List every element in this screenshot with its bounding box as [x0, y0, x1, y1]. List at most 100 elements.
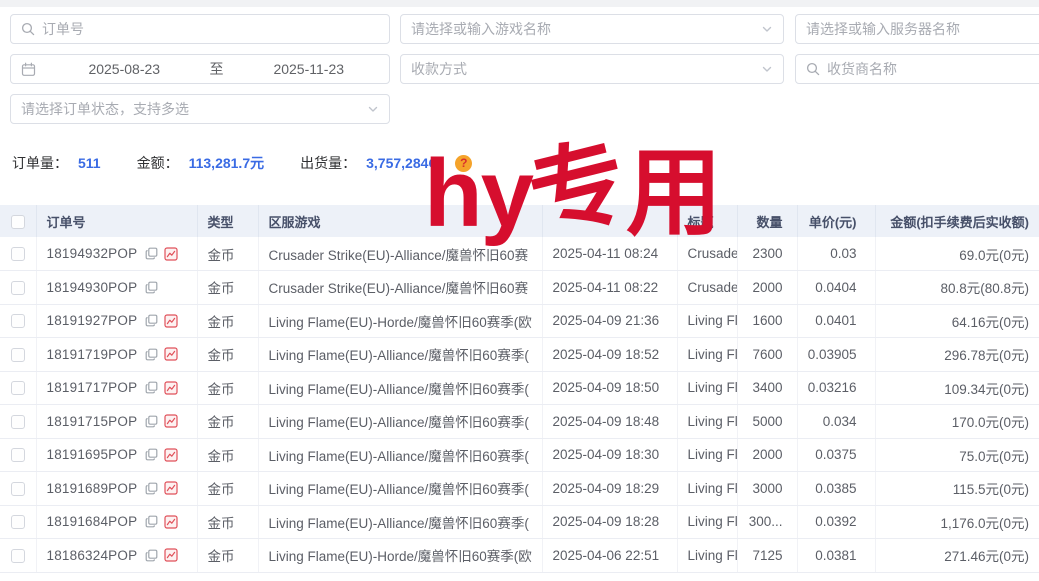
- order-type: 金币: [197, 237, 258, 271]
- row-checkbox[interactable]: [11, 549, 25, 563]
- order-quantity: 300...: [737, 505, 797, 539]
- order-status-placeholder: 请选择订单状态，支持多选: [21, 99, 360, 119]
- chart-icon[interactable]: [164, 481, 178, 495]
- date-end-value[interactable]: 2025-11-23: [239, 61, 380, 77]
- orders-table: 订单号 类型 区服游戏 标题 数量 单价(元) 金额(扣手续费后实收额) 181…: [0, 205, 1039, 573]
- order-time: 2025-04-09 18:48: [542, 405, 677, 439]
- order-row[interactable]: 18191689POP 金币 Living Flame(EU)-Alliance…: [0, 472, 1039, 506]
- order-amount: 75.0元(0元): [875, 438, 1039, 472]
- order-row[interactable]: 18191695POP 金币 Living Flame(EU)-Alliance…: [0, 438, 1039, 472]
- order-game-server: Living Flame(EU)-Alliance/魔兽怀旧60赛季(: [258, 371, 542, 405]
- order-row[interactable]: 18191717POP 金币 Living Flame(EU)-Alliance…: [0, 371, 1039, 405]
- copy-icon[interactable]: [145, 448, 158, 461]
- order-time: 2025-04-09 18:28: [542, 505, 677, 539]
- order-unit-price: 0.03: [797, 237, 875, 271]
- copy-icon[interactable]: [145, 314, 158, 327]
- server-name-field[interactable]: [795, 14, 1039, 44]
- row-checkbox[interactable]: [11, 247, 25, 261]
- order-type: 金币: [197, 304, 258, 338]
- row-checkbox[interactable]: [11, 515, 25, 529]
- chart-icon[interactable]: [164, 314, 178, 328]
- order-game-server: Crusader Strike(EU)-Alliance/魔兽怀旧60赛: [258, 237, 542, 271]
- chart-icon[interactable]: [164, 548, 178, 562]
- row-checkbox[interactable]: [11, 381, 25, 395]
- copy-icon[interactable]: [145, 482, 158, 495]
- copy-icon[interactable]: [145, 415, 158, 428]
- table-header-row: 订单号 类型 区服游戏 标题 数量 单价(元) 金额(扣手续费后实收额): [0, 205, 1039, 237]
- order-time: 2025-04-09 18:29: [542, 472, 677, 506]
- row-checkbox[interactable]: [11, 415, 25, 429]
- server-name-input[interactable]: [806, 21, 1039, 37]
- order-amount: 271.46元(0元): [875, 539, 1039, 573]
- order-time: 2025-04-11 08:22: [542, 271, 677, 305]
- row-checkbox[interactable]: [11, 482, 25, 496]
- row-checkbox[interactable]: [11, 314, 25, 328]
- order-amount: 170.0元(0元): [875, 405, 1039, 439]
- copy-icon[interactable]: [145, 515, 158, 528]
- order-title: Living Fl: [677, 438, 737, 472]
- order-type: 金币: [197, 505, 258, 539]
- order-game-server: Living Flame(EU)-Horde/魔兽怀旧60赛季(欧: [258, 539, 542, 573]
- amount-value: 113,281.7元: [189, 153, 265, 173]
- select-all-checkbox[interactable]: [11, 215, 25, 229]
- order-amount: 69.0元(0元): [875, 237, 1039, 271]
- date-start-value[interactable]: 2025-08-23: [54, 61, 195, 77]
- order-number-value: 18191719POP: [47, 347, 138, 362]
- chart-icon[interactable]: [164, 414, 178, 428]
- order-quantity: 3000: [737, 472, 797, 506]
- order-number-value: 18191717POP: [47, 380, 138, 395]
- order-title: Living Fl: [677, 338, 737, 372]
- order-status-multiselect[interactable]: 请选择订单状态，支持多选: [10, 94, 390, 124]
- copy-icon[interactable]: [145, 247, 158, 260]
- order-number-search-field[interactable]: [10, 14, 390, 44]
- order-unit-price: 0.0375: [797, 438, 875, 472]
- chart-icon[interactable]: [164, 247, 178, 261]
- game-name-select[interactable]: 请选择或输入游戏名称: [400, 14, 784, 44]
- top-strip: [0, 0, 1039, 7]
- row-checkbox[interactable]: [11, 348, 25, 362]
- help-icon[interactable]: ?: [455, 155, 472, 172]
- payment-method-select[interactable]: 收款方式: [400, 54, 784, 84]
- order-count-value: 511: [78, 155, 101, 171]
- order-number-value: 18186324POP: [47, 548, 138, 563]
- copy-icon[interactable]: [145, 281, 158, 294]
- order-row[interactable]: 18191927POP 金币 Living Flame(EU)-Horde/魔兽…: [0, 304, 1039, 338]
- order-quantity: 7125: [737, 539, 797, 573]
- order-title: Crusade: [677, 237, 737, 271]
- chart-icon[interactable]: [164, 515, 178, 529]
- order-type: 金币: [197, 338, 258, 372]
- buyer-name-search-field[interactable]: [795, 54, 1039, 84]
- order-row[interactable]: 18194932POP 金币 Crusader Strike(EU)-Allia…: [0, 237, 1039, 271]
- search-icon: [21, 22, 35, 36]
- order-number-value: 18194932POP: [47, 246, 138, 261]
- order-row[interactable]: 18191715POP 金币 Living Flame(EU)-Alliance…: [0, 405, 1039, 439]
- copy-icon[interactable]: [145, 381, 158, 394]
- order-unit-price: 0.03216: [797, 371, 875, 405]
- order-time: 2025-04-11 08:24: [542, 237, 677, 271]
- order-number-value: 18191715POP: [47, 414, 138, 429]
- order-row[interactable]: 18194930POP 金币 Crusader Strike(EU)-Allia…: [0, 271, 1039, 305]
- order-game-server: Living Flame(EU)-Alliance/魔兽怀旧60赛季(: [258, 472, 542, 506]
- order-row[interactable]: 18191684POP 金币 Living Flame(EU)-Alliance…: [0, 505, 1039, 539]
- order-row[interactable]: 18191719POP 金币 Living Flame(EU)-Alliance…: [0, 338, 1039, 372]
- buyer-name-input[interactable]: [827, 61, 1039, 77]
- chart-icon[interactable]: [164, 448, 178, 462]
- chart-icon[interactable]: [164, 381, 178, 395]
- row-checkbox[interactable]: [11, 448, 25, 462]
- chart-icon[interactable]: [164, 347, 178, 361]
- header-quantity: 数量: [737, 205, 797, 237]
- date-range-picker[interactable]: 2025-08-23 至 2025-11-23: [10, 54, 390, 84]
- row-checkbox[interactable]: [11, 281, 25, 295]
- order-quantity: 1600: [737, 304, 797, 338]
- order-number-input[interactable]: [42, 21, 379, 37]
- order-row[interactable]: 18186324POP 金币 Living Flame(EU)-Horde/魔兽…: [0, 539, 1039, 573]
- order-time: 2025-04-09 21:36: [542, 304, 677, 338]
- order-game-server: Crusader Strike(EU)-Alliance/魔兽怀旧60赛: [258, 271, 542, 305]
- order-quantity: 2000: [737, 438, 797, 472]
- copy-icon[interactable]: [145, 348, 158, 361]
- order-unit-price: 0.0392: [797, 505, 875, 539]
- order-unit-price: 0.034: [797, 405, 875, 439]
- order-amount: 109.34元(0元): [875, 371, 1039, 405]
- copy-icon[interactable]: [145, 549, 158, 562]
- order-type: 金币: [197, 438, 258, 472]
